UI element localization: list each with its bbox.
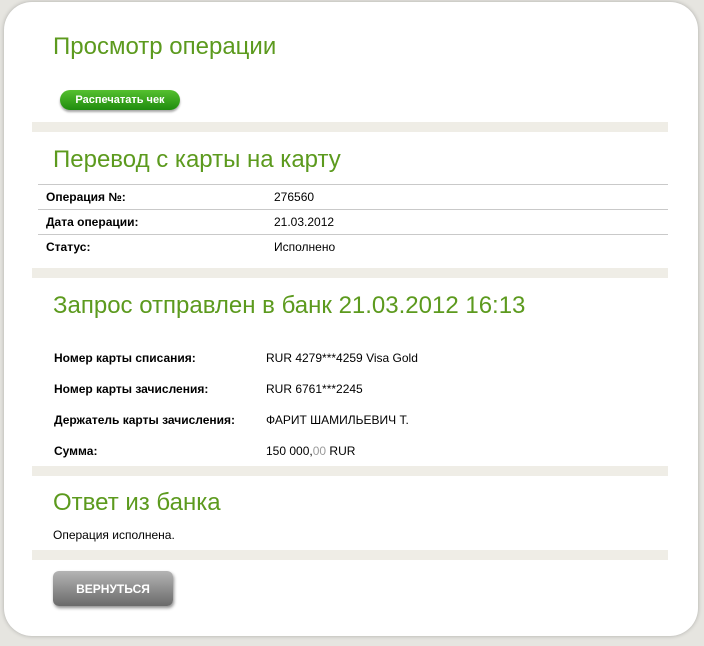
operation-details-table: Операция №: 276560 Дата операции: 21.03.… [38, 184, 668, 259]
request-details: Номер карты списания: RUR 4279***4259 Vi… [54, 342, 654, 466]
list-item: Сумма: 150 000,00 RUR [54, 435, 654, 466]
back-button[interactable]: ВЕРНУТЬСЯ [53, 571, 173, 606]
credit-card-value: RUR 6761***2245 [266, 381, 363, 396]
operation-date-value: 21.03.2012 [274, 215, 335, 229]
operation-panel: Просмотр операции Распечатать чек Перево… [4, 2, 698, 636]
list-item: Номер карты списания: RUR 4279***4259 Vi… [54, 342, 654, 373]
print-receipt-button[interactable]: Распечатать чек [60, 90, 180, 110]
table-row: Статус: Исполнено [38, 234, 668, 259]
card-holder-value: ФАРИТ ШАМИЛЬЕВИЧ Т. [266, 412, 409, 427]
amount-label: Сумма: [54, 443, 98, 458]
debit-card-value: RUR 4279***4259 Visa Gold [266, 350, 418, 365]
transfer-title: Перевод с карты на карту [53, 146, 341, 173]
list-item: Держатель карты зачисления: ФАРИТ ШАМИЛЬ… [54, 404, 654, 435]
amount-main: 150 000, [266, 443, 313, 458]
response-text: Операция исполнена. [53, 528, 175, 542]
amount-decimals: 00 [312, 443, 327, 458]
page-title: Просмотр операции [53, 33, 277, 60]
status-label: Статус: [46, 240, 91, 254]
table-row: Операция №: 276560 [38, 184, 668, 209]
list-item: Номер карты зачисления: RUR 6761***2245 [54, 373, 654, 404]
response-title: Ответ из банка [53, 489, 221, 516]
operation-number-value: 276560 [274, 190, 315, 204]
card-holder-label: Держатель карты зачисления: [54, 412, 236, 427]
section-divider [32, 268, 668, 278]
table-row: Дата операции: 21.03.2012 [38, 209, 668, 234]
operation-number-label: Операция №: [46, 190, 126, 204]
credit-card-label: Номер карты зачисления: [54, 381, 209, 396]
status-value: Исполнено [274, 240, 336, 254]
section-divider [32, 122, 668, 132]
operation-date-label: Дата операции: [46, 215, 139, 229]
amount-value: 150 000,00 RUR [266, 444, 355, 458]
amount-currency: RUR [329, 443, 356, 458]
request-title: Запрос отправлен в банк 21.03.2012 16:13 [53, 292, 526, 319]
section-divider [32, 466, 668, 476]
debit-card-label: Номер карты списания: [54, 350, 196, 365]
section-divider [32, 550, 668, 560]
panel-content: Просмотр операции Распечатать чек Перево… [32, 2, 668, 636]
